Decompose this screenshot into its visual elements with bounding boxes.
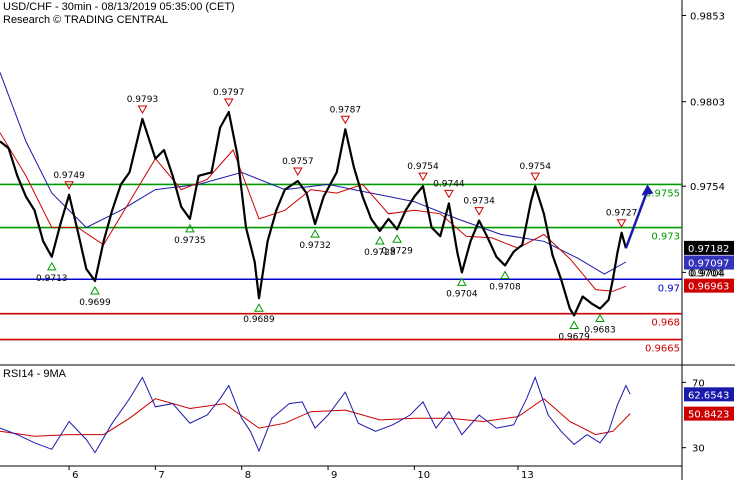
high-marker-20 [616, 219, 627, 228]
high-marker-13 [444, 189, 454, 199]
time-tick-label-0: 6 [72, 470, 78, 480]
high-label-5: 0.9797 [213, 88, 245, 98]
rsi-panel-title: RSI14 - 9MA [3, 368, 66, 380]
level-label-support-1: 0.968 [651, 318, 680, 329]
price-tag-tick: 0.9704 [688, 268, 723, 279]
low-marker-10 [374, 235, 385, 245]
high-marker-9 [340, 115, 351, 125]
high-marker-5 [223, 98, 234, 108]
low-marker-11 [392, 234, 402, 243]
low-label-8: 0.9732 [299, 241, 331, 251]
high-label-15: 0.9734 [463, 197, 495, 207]
high-label-13: 0.9744 [433, 179, 465, 189]
high-marker-12 [418, 172, 428, 182]
low-label-0: 0.9713 [36, 274, 68, 284]
low-marker-16 [500, 270, 510, 279]
rsi-tag-rsi_ma: 50.8423 [688, 410, 729, 421]
rsi-ma-line [0, 398, 631, 437]
price-tick-label-2: 0.9754 [690, 182, 725, 193]
low-marker-0 [46, 261, 57, 271]
rsi-line [0, 375, 631, 454]
low-marker-6 [254, 303, 264, 312]
high-label-3: 0.9793 [127, 95, 159, 105]
price-tag-current: 0.97182 [688, 244, 729, 255]
rsi-tag-rsi: 62.6543 [688, 390, 729, 401]
price-tick-label-1: 0.9803 [690, 98, 725, 109]
projection-arrow-shaft [624, 190, 649, 249]
price-line [0, 110, 627, 317]
price-tag-ma_short: 0.96963 [688, 282, 729, 293]
high-label-1: 0.9749 [53, 171, 85, 181]
low-label-6: 0.9689 [243, 315, 275, 325]
high-marker-1 [64, 181, 74, 190]
high-marker-17 [530, 172, 541, 182]
high-label-20: 0.9727 [606, 209, 638, 219]
low-label-14: 0.9704 [446, 289, 478, 299]
low-marker-19 [595, 313, 605, 323]
time-tick-label-2: 8 [245, 470, 251, 480]
time-tick-label-5: 13 [521, 470, 534, 480]
level-label-pivot: 0.97 [658, 283, 680, 294]
chart-title: USD/CHF - 30min - 08/13/2019 05:35:00 (C… [3, 1, 235, 13]
low-label-16: 0.9708 [489, 282, 521, 292]
low-label-4: 0.9735 [174, 236, 206, 246]
time-tick-label-4: 10 [417, 470, 430, 480]
low-label-11: 0.9729 [381, 246, 413, 256]
high-marker-7 [292, 167, 303, 177]
chart-canvas: 0.97550.9730.970.9680.96650.97130.97490.… [0, 0, 735, 480]
low-marker-4 [185, 223, 195, 233]
high-marker-3 [137, 105, 148, 114]
time-tick-label-3: 9 [331, 470, 337, 480]
price-tick-label-0: 0.9853 [690, 12, 725, 23]
level-label-resistance-1: 0.973 [651, 232, 680, 243]
high-label-17: 0.9754 [519, 162, 551, 172]
time-tick-label-1: 7 [158, 470, 164, 480]
high-label-12: 0.9754 [407, 162, 439, 172]
low-marker-2 [90, 285, 100, 295]
high-label-7: 0.9757 [282, 157, 314, 167]
low-label-2: 0.9699 [79, 298, 111, 308]
low-marker-8 [310, 229, 320, 238]
rsi-tick-label-1: 30 [692, 444, 705, 455]
high-label-9: 0.9787 [330, 105, 362, 115]
high-marker-15 [474, 207, 484, 216]
low-label-19: 0.9683 [584, 326, 616, 336]
chart-subtitle: Research © TRADING CENTRAL [3, 14, 168, 26]
low-marker-18 [569, 320, 579, 329]
level-label-support-2: 0.9665 [645, 344, 680, 355]
